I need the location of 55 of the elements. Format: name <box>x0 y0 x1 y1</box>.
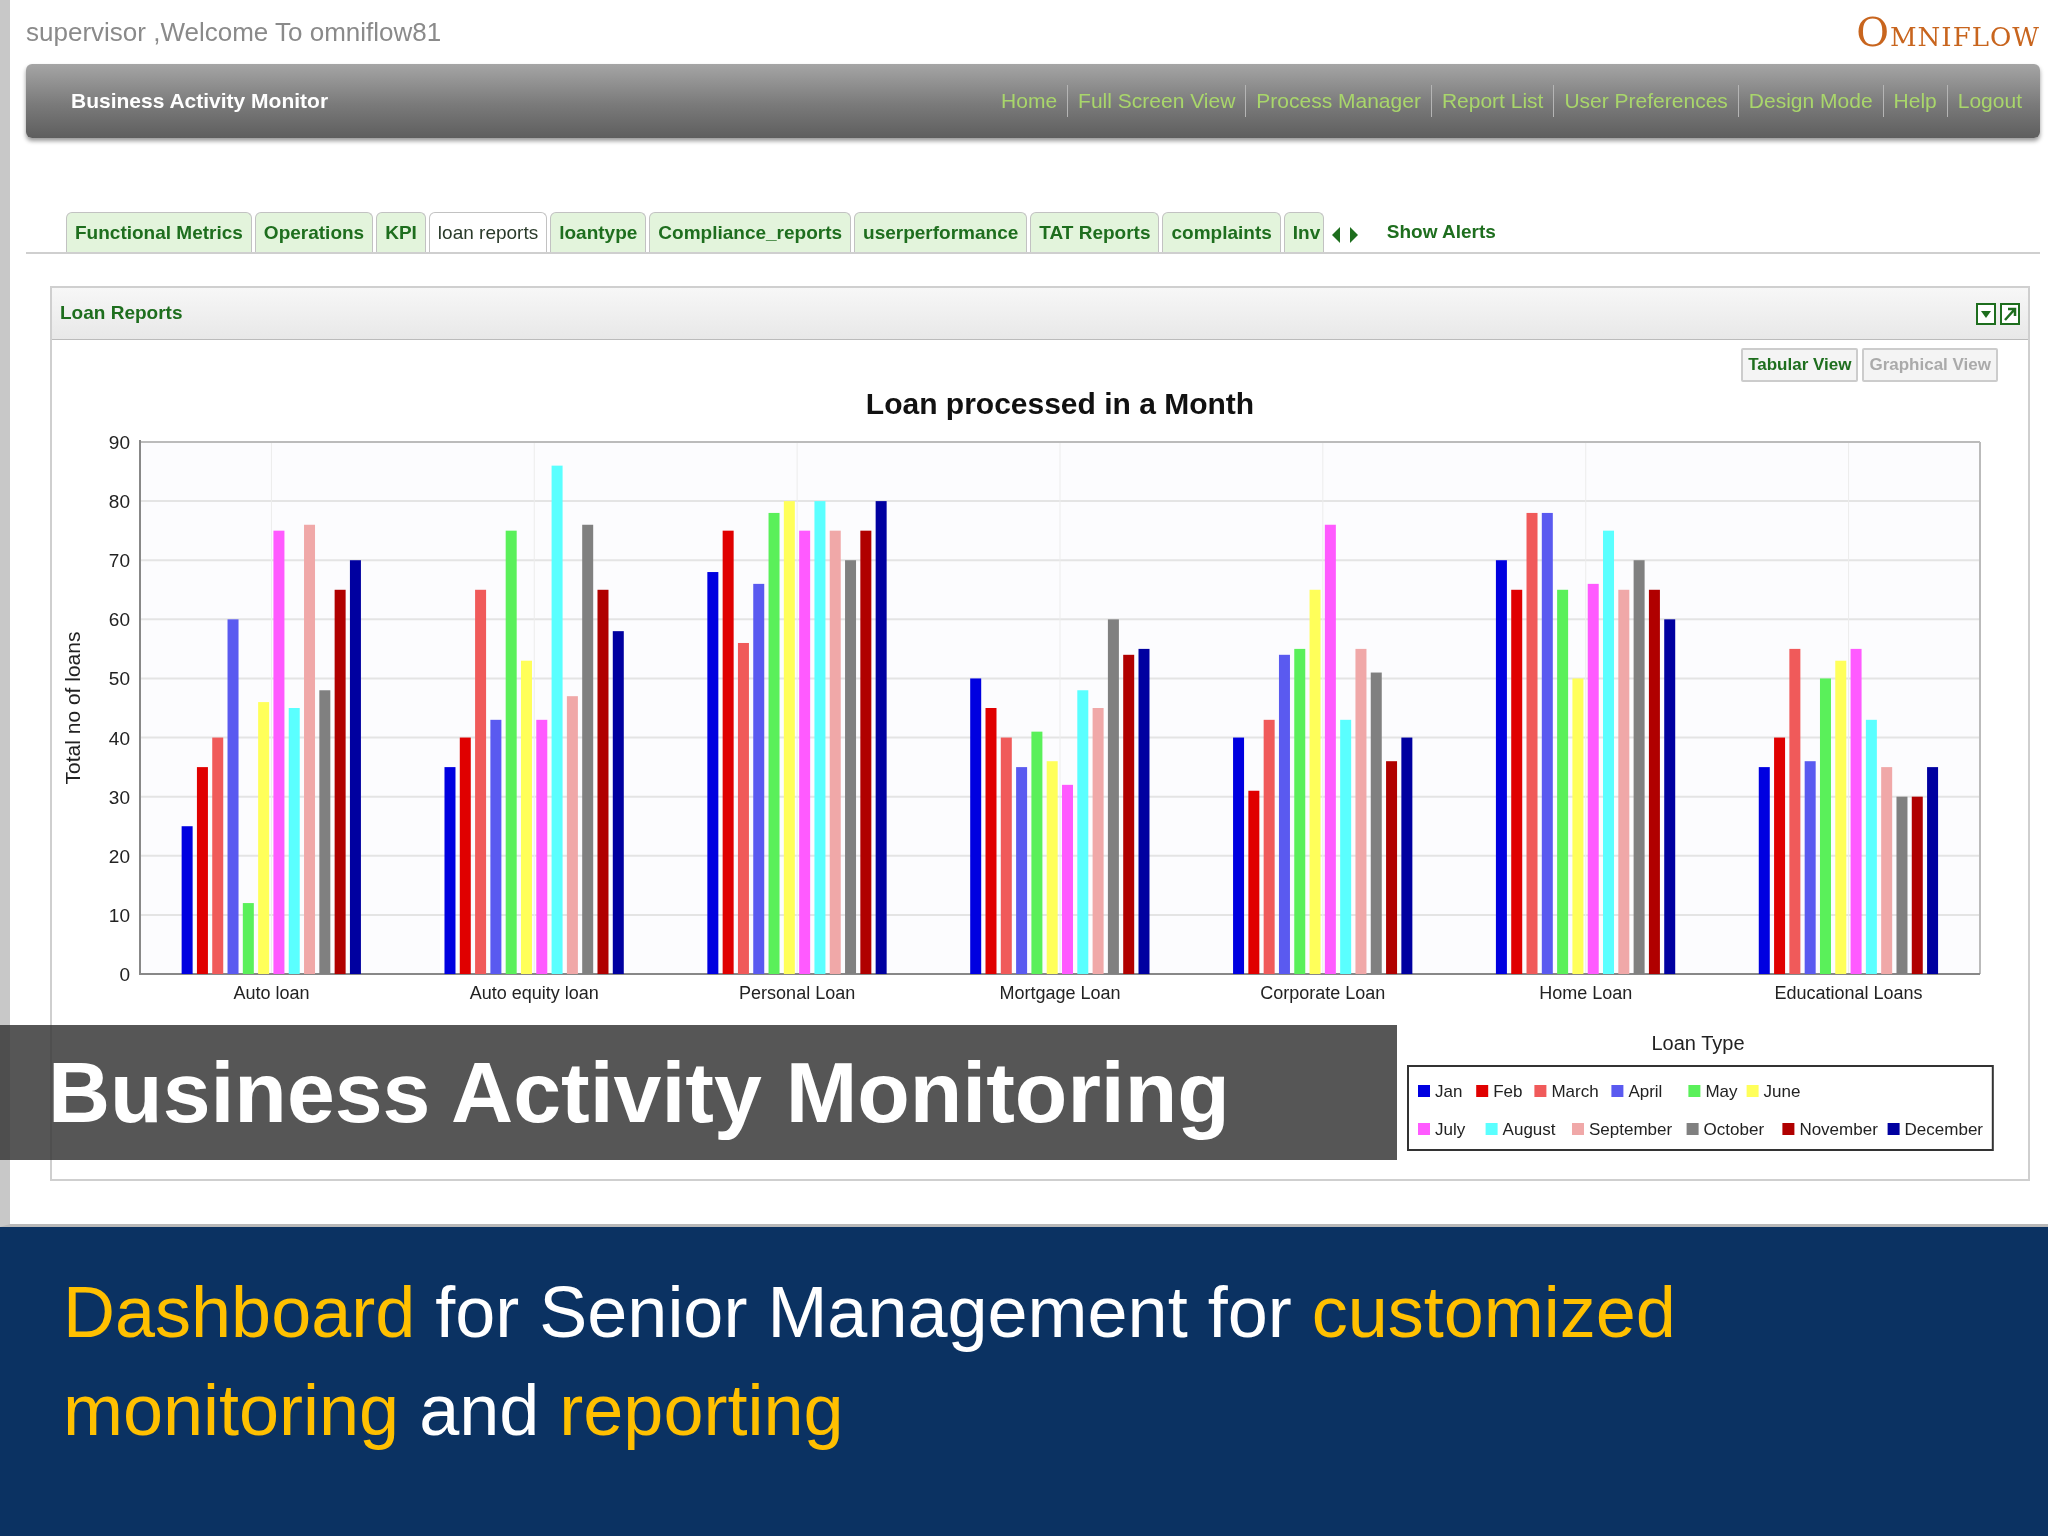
show-alerts-link[interactable]: Show Alerts <box>1386 217 1496 246</box>
category-label: Home Loan <box>1539 982 1633 1003</box>
legend-label: April <box>1628 1081 1663 1101</box>
maximize-icon[interactable] <box>2000 302 2020 325</box>
tab[interactable]: Compliance_reports <box>649 211 852 252</box>
legend-label: March <box>1551 1081 1599 1101</box>
right-arrow-icon[interactable] <box>1348 226 1359 244</box>
app-title: Business Activity Monitor <box>70 88 329 115</box>
slide-title: Business Activity Monitoring <box>0 1025 1397 1160</box>
legend-label: Jan <box>1435 1081 1463 1101</box>
chart-title: Loan processed in a Month <box>865 386 1255 420</box>
tab[interactable]: Inv <box>1283 211 1324 252</box>
logo: OMNIFLOW <box>1856 8 2040 57</box>
y-tick-label: 60 <box>108 608 130 630</box>
bar <box>242 902 254 974</box>
tab[interactable]: Operations <box>254 211 374 252</box>
welcome-text: supervisor ,Welcome To omniflow81 <box>26 15 442 49</box>
legend-label: December <box>1904 1119 1983 1139</box>
y-tick-label: 40 <box>108 727 130 749</box>
y-tick-label: 30 <box>108 786 130 808</box>
y-tick-label: 0 <box>119 963 130 985</box>
x-axis-title: Loan Type <box>1651 1031 1745 1054</box>
category-label: Educational Loans <box>1774 982 1923 1003</box>
category-label: Personal Loan <box>739 982 856 1003</box>
y-axis-title: Total no of loans <box>61 631 84 784</box>
y-tick-label: 80 <box>108 490 130 512</box>
caption-text: Dashboard for Senior Management for customized monitoring and reporting <box>63 1271 1677 1452</box>
legend-label: June <box>1763 1081 1801 1101</box>
y-tick-label: 50 <box>108 667 130 689</box>
tab[interactable]: loantype <box>550 211 647 252</box>
legend-label: August <box>1502 1119 1556 1139</box>
y-tick-label: 20 <box>108 845 130 867</box>
tab[interactable]: complaints <box>1162 211 1281 252</box>
legend-label: July <box>1435 1119 1466 1139</box>
legend-label: September <box>1589 1119 1673 1139</box>
legend-label: November <box>1799 1119 1878 1139</box>
collapse-icon[interactable] <box>1976 302 1996 325</box>
panel-title: Loan Reports <box>60 301 183 326</box>
tab[interactable]: loan reports <box>428 211 548 252</box>
legend-label: Feb <box>1493 1081 1523 1101</box>
tab[interactable]: KPI <box>376 211 426 252</box>
tab[interactable]: Functional Metrics <box>66 211 252 252</box>
y-tick-label: 90 <box>108 431 130 453</box>
y-tick-label: 70 <box>108 549 130 571</box>
category-label: Auto loan <box>233 982 310 1003</box>
view-button[interactable]: Tabular View <box>1741 348 1859 382</box>
tab[interactable]: userperformance <box>854 211 1028 252</box>
category-label: Mortgage Loan <box>999 982 1121 1003</box>
category-label: Auto equity loan <box>469 982 599 1003</box>
tab[interactable]: TAT Reports <box>1030 211 1160 252</box>
y-tick-label: 10 <box>108 904 130 926</box>
legend-label: May <box>1705 1081 1738 1101</box>
left-arrow-icon[interactable] <box>1330 226 1341 244</box>
category-label: Corporate Loan <box>1260 982 1386 1003</box>
legend-label: October <box>1703 1119 1765 1139</box>
